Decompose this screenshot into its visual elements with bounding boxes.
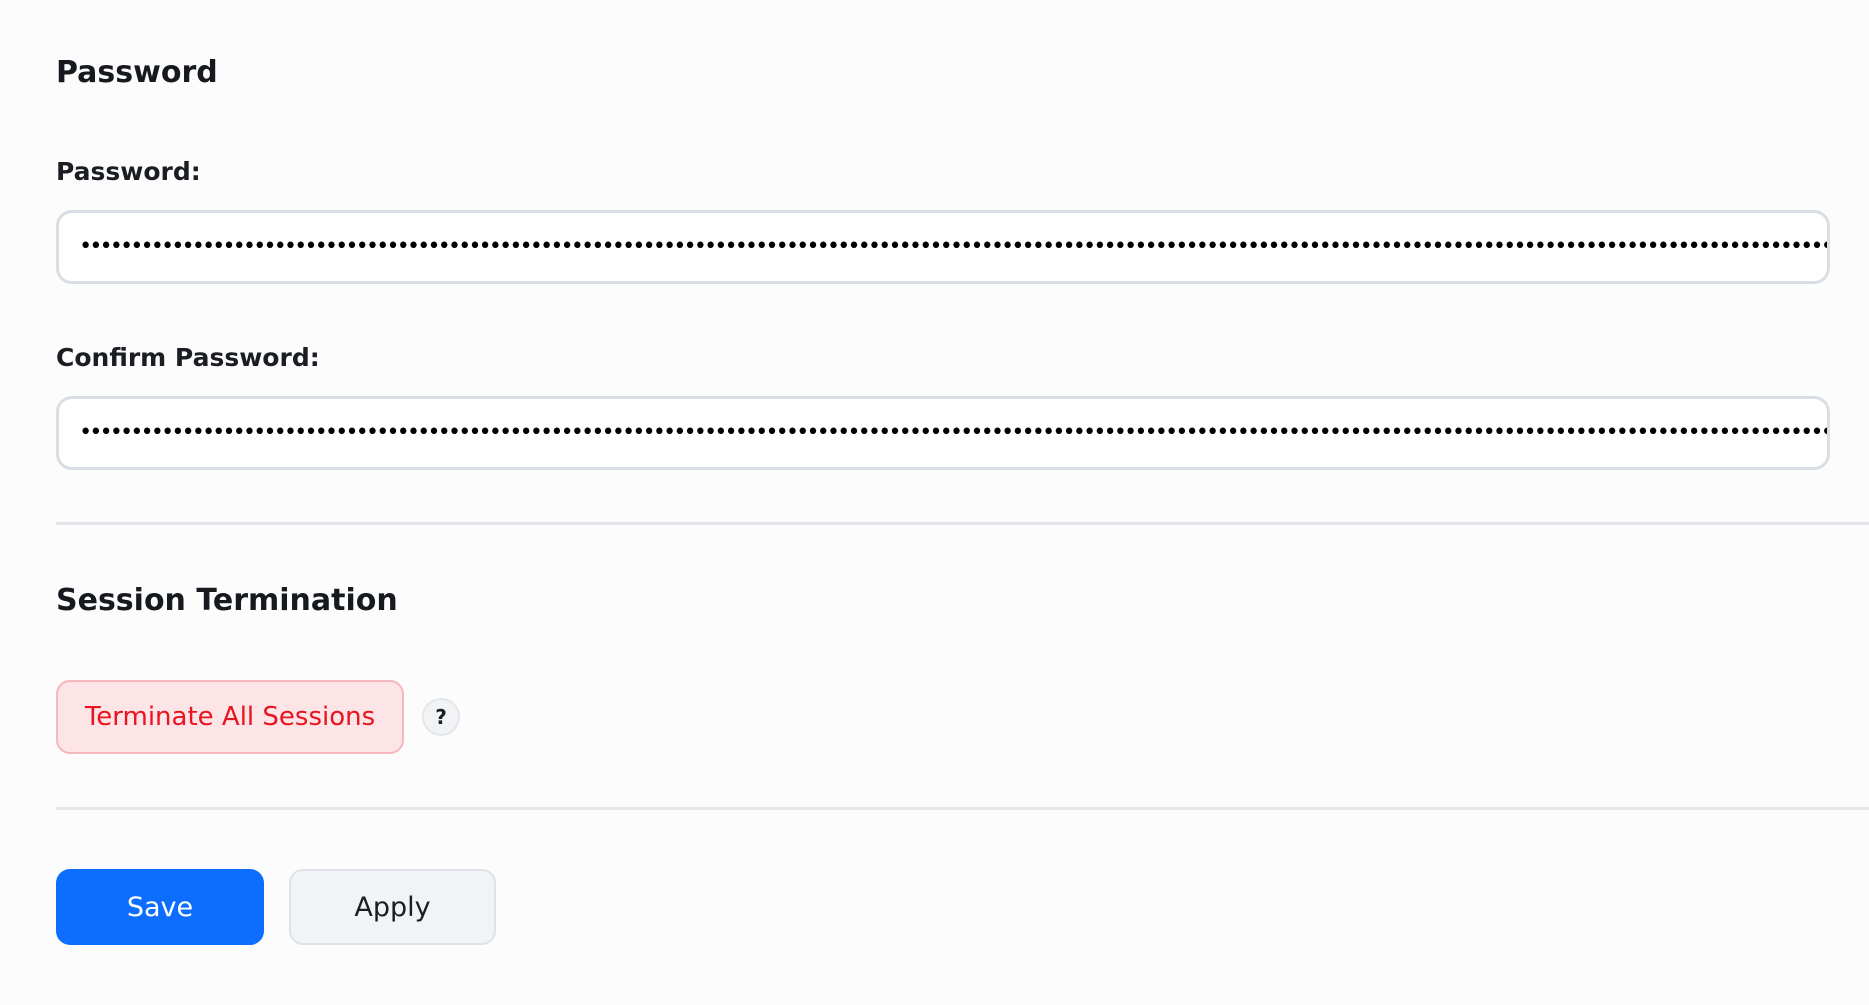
settings-page: Password Password: •••••••••••••••••••••… — [0, 0, 1869, 1005]
terminate-all-sessions-button[interactable]: Terminate All Sessions — [56, 680, 404, 754]
actions-divider — [56, 807, 1869, 810]
section-divider — [56, 522, 1869, 525]
apply-button[interactable]: Apply — [289, 869, 496, 945]
password-input[interactable]: ••••••••••••••••••••••••••••••••••••••••… — [56, 210, 1830, 284]
question-mark-icon[interactable]: ? — [422, 698, 460, 736]
confirm-password-label: Confirm Password: — [56, 343, 320, 372]
password-section-title: Password — [56, 55, 218, 90]
session-termination-title: Session Termination — [56, 583, 398, 618]
save-button[interactable]: Save — [56, 869, 264, 945]
confirm-password-input[interactable]: ••••••••••••••••••••••••••••••••••••••••… — [56, 396, 1830, 470]
password-label: Password: — [56, 157, 201, 186]
